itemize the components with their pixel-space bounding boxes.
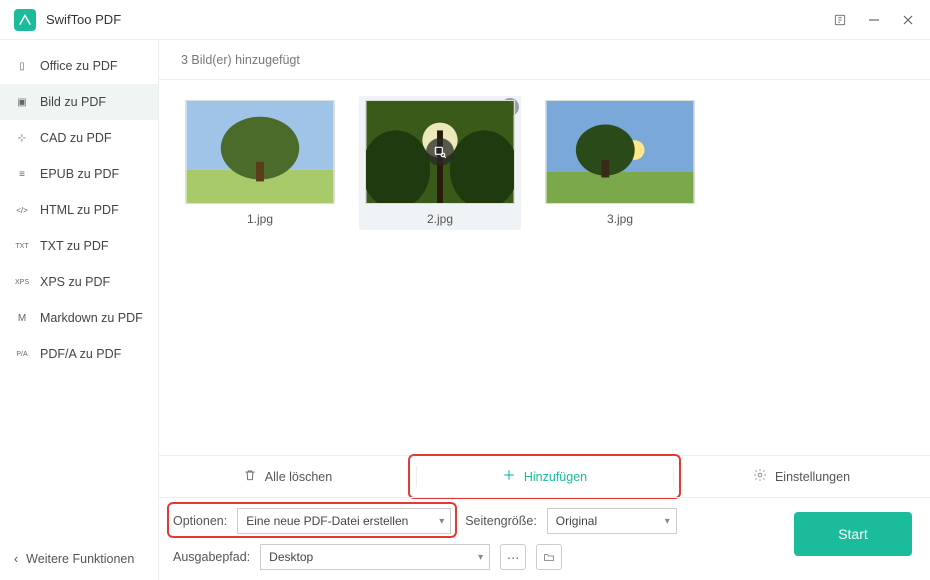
thumbnail-image — [545, 100, 695, 204]
sidebar-item-label: EPUB zu PDF — [40, 167, 119, 181]
sidebar-item-label: XPS zu PDF — [40, 275, 110, 289]
page-size-select[interactable]: Original — [547, 508, 677, 534]
txt-icon: TXT — [14, 239, 30, 253]
sidebar-item-label: PDF/A zu PDF — [40, 347, 121, 361]
xps-icon: XPS — [14, 275, 30, 289]
more-path-button[interactable]: ⋯ — [500, 544, 526, 570]
sidebar-item-txt[interactable]: TXT TXT zu PDF — [0, 228, 158, 264]
main-panel: 3 Bild(er) hinzugefügt 1.jpg ✕ 2.jpg — [158, 40, 930, 580]
sidebar-item-office[interactable]: ▯ Office zu PDF — [0, 48, 158, 84]
trash-icon — [243, 468, 257, 485]
preview-button[interactable] — [426, 138, 454, 166]
thumbnail-item[interactable]: 3.jpg — [539, 96, 701, 230]
add-label: Hinzufügen — [524, 470, 587, 484]
thumbnail-item[interactable]: ✕ 2.jpg — [359, 96, 521, 230]
chevron-left-icon: ‹ — [14, 552, 18, 566]
close-button[interactable] — [900, 12, 916, 28]
bottom-panel: Optionen: Eine neue PDF-Datei erstellen … — [159, 497, 930, 580]
sidebar-item-pdfa[interactable]: P/A PDF/A zu PDF — [0, 336, 158, 372]
thumbnail-image — [365, 100, 515, 204]
html-icon: </> — [14, 203, 30, 217]
sidebar-item-html[interactable]: </> HTML zu PDF — [0, 192, 158, 228]
thumbnail-label: 1.jpg — [247, 212, 273, 226]
sidebar-item-label: Office zu PDF — [40, 59, 118, 73]
sidebar-item-label: HTML zu PDF — [40, 203, 119, 217]
output-path-label: Ausgabepfad: — [173, 550, 250, 564]
pdfa-icon: P/A — [14, 347, 30, 361]
sidebar-item-label: Bild zu PDF — [40, 95, 106, 109]
output-path-select[interactable]: Desktop — [260, 544, 490, 570]
sidebar-item-label: CAD zu PDF — [40, 131, 112, 145]
settings-label: Einstellungen — [775, 470, 850, 484]
open-folder-button[interactable] — [536, 544, 562, 570]
more-functions-link[interactable]: ‹ Weitere Funktionen — [14, 552, 134, 566]
sidebar-item-epub[interactable]: ≡ EPUB zu PDF — [0, 156, 158, 192]
delete-all-button[interactable]: Alle löschen — [159, 456, 416, 497]
action-row: Alle löschen Hinzufügen Einstellungen — [159, 455, 930, 497]
doc-icon: ▯ — [14, 59, 30, 73]
more-functions-label: Weitere Funktionen — [26, 552, 134, 566]
options-label: Optionen: — [173, 514, 227, 528]
gear-icon — [753, 468, 767, 485]
sidebar: ▯Office zu PDF ▣Bild zu PDF ⊹CAD zu PDF … — [0, 40, 158, 580]
delete-all-label: Alle löschen — [265, 470, 332, 484]
window-settings-icon[interactable] — [832, 12, 848, 28]
sidebar-item-image[interactable]: ▣ Bild zu PDF — [0, 84, 158, 120]
thumbnail-label: 3.jpg — [607, 212, 633, 226]
thumbnail-image — [185, 100, 335, 204]
minimize-button[interactable] — [866, 12, 882, 28]
options-select[interactable]: Eine neue PDF-Datei erstellen — [237, 508, 451, 534]
thumbnail-label: 2.jpg — [427, 212, 453, 226]
settings-button[interactable]: Einstellungen — [673, 456, 930, 497]
thumbnail-gallery: 1.jpg ✕ 2.jpg 3.jpg — [159, 80, 930, 455]
image-icon: ▣ — [14, 95, 30, 109]
sidebar-item-label: Markdown zu PDF — [40, 311, 143, 325]
titlebar: SwifToo PDF — [0, 0, 930, 40]
markdown-icon: M — [14, 311, 30, 325]
page-size-label: Seitengröße: — [465, 514, 537, 528]
app-logo-icon — [14, 9, 36, 31]
start-button[interactable]: Start — [794, 512, 912, 556]
sidebar-item-xps[interactable]: XPS XPS zu PDF — [0, 264, 158, 300]
add-button[interactable]: Hinzufügen — [416, 456, 673, 497]
plus-icon — [502, 468, 516, 485]
thumbnail-item[interactable]: 1.jpg — [179, 96, 341, 230]
sidebar-item-label: TXT zu PDF — [40, 239, 109, 253]
cad-icon: ⊹ — [14, 131, 30, 145]
sidebar-item-cad[interactable]: ⊹ CAD zu PDF — [0, 120, 158, 156]
epub-icon: ≡ — [14, 167, 30, 181]
sidebar-item-markdown[interactable]: M Markdown zu PDF — [0, 300, 158, 336]
status-text: 3 Bild(er) hinzugefügt — [159, 40, 930, 80]
app-title: SwifToo PDF — [46, 12, 121, 27]
